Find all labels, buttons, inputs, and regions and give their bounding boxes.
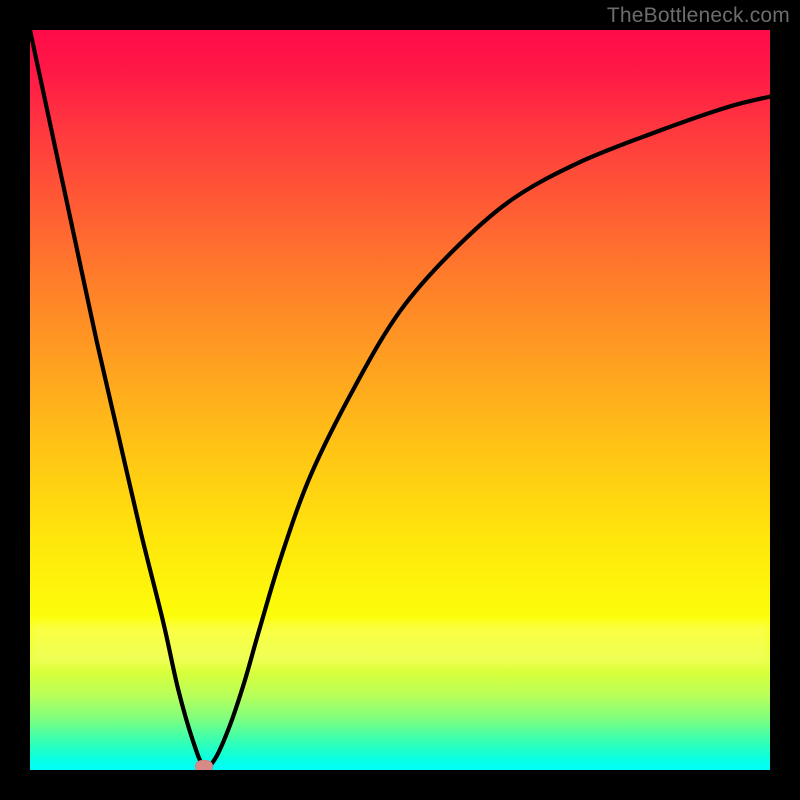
bottleneck-curve [30,30,770,770]
watermark-text: TheBottleneck.com [607,4,790,28]
optimal-point-marker [195,760,213,770]
plot-area [30,30,770,770]
chart-frame: TheBottleneck.com [0,0,800,800]
